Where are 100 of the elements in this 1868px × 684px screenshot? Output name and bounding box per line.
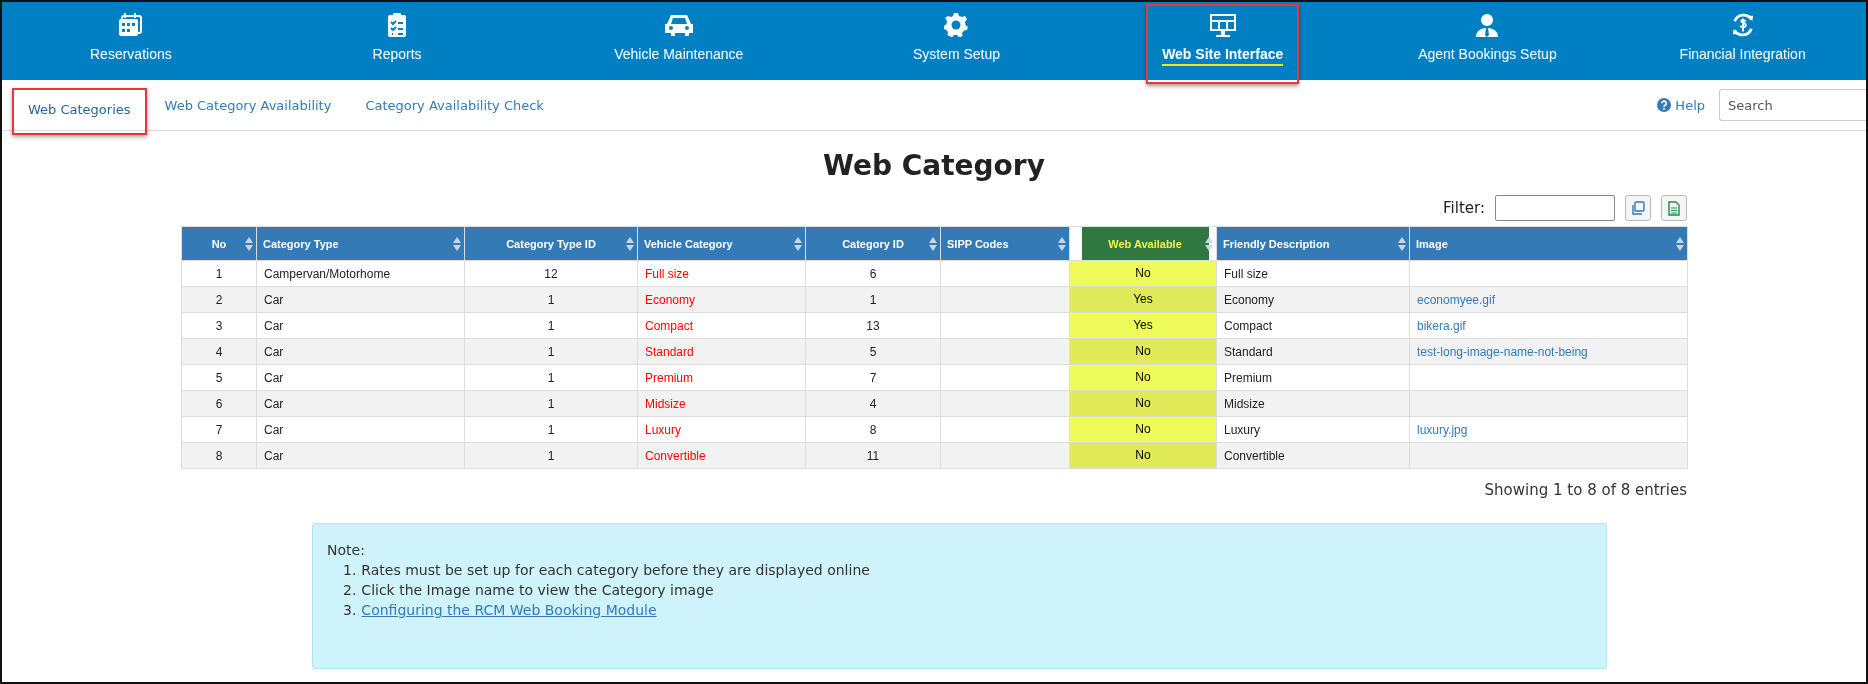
- column-header[interactable]: Category ID: [805, 226, 941, 261]
- image-link[interactable]: test-long-image-name-not-being: [1417, 344, 1588, 359]
- table-cell: 1: [464, 364, 638, 391]
- table-cell: No: [1070, 417, 1216, 442]
- sort-icon: [453, 236, 461, 252]
- table-cell: 1: [464, 286, 638, 313]
- table-cell: 1: [464, 416, 638, 443]
- monitor-icon: [1208, 13, 1237, 37]
- table-cell: Economy: [637, 286, 806, 313]
- nav-item[interactable]: Agent Bookings Setup: [1402, 2, 1573, 80]
- list-number: 2.: [343, 581, 357, 600]
- page-title: Web Category: [823, 149, 1045, 182]
- table-cell: Luxury: [637, 416, 806, 443]
- search-field[interactable]: Search: [1719, 89, 1866, 121]
- table-cell: 1: [464, 390, 638, 417]
- checklist-icon: [387, 13, 408, 37]
- table-cell: Car: [256, 364, 465, 391]
- table-cell: Luxury: [1216, 416, 1410, 443]
- help-link[interactable]: Configuring the RCM Web Booking Module: [361, 600, 657, 620]
- sort-icon: [245, 236, 253, 252]
- table-cell: No: [1070, 443, 1216, 468]
- table-cell: Premium: [637, 364, 806, 391]
- help-icon: [1657, 98, 1672, 112]
- copy-button[interactable]: [1625, 195, 1651, 221]
- table-cell: 1: [464, 312, 638, 339]
- table-cell: No: [1070, 261, 1216, 286]
- table-cell: 8: [181, 442, 257, 469]
- nav-item[interactable]: Web Site Interface: [1146, 4, 1300, 84]
- table-cell: 2: [181, 286, 257, 313]
- table-cell: Yes: [1070, 287, 1216, 312]
- table-cell: 7: [181, 416, 257, 443]
- sort-icon: [794, 236, 802, 252]
- gear-icon: [944, 13, 969, 37]
- note-text: Click the Image name to view the Category image: [361, 581, 714, 600]
- person-icon: [1475, 13, 1500, 37]
- column-header[interactable]: Image: [1409, 226, 1688, 261]
- table-cell: Yes: [1070, 313, 1216, 338]
- table-cell: 7: [805, 364, 941, 391]
- table-cell: 4: [805, 390, 941, 417]
- table-cell: 1: [464, 442, 638, 469]
- column-header[interactable]: Web Available: [1069, 226, 1217, 261]
- table-cell: 12: [464, 260, 638, 287]
- table-cell: 1: [181, 260, 257, 287]
- table-cell: Full size: [1216, 260, 1410, 287]
- image-link[interactable]: economyee.gif: [1417, 292, 1496, 307]
- table-cell: No: [1070, 391, 1216, 416]
- sort-icon: [1398, 236, 1406, 252]
- table-cell: Full size: [637, 260, 806, 287]
- copy-icon: [1631, 201, 1645, 215]
- table-cell: 3: [181, 312, 257, 339]
- calendar-icon: [117, 13, 144, 37]
- table-cell: No: [1070, 339, 1216, 364]
- table-cell: 5: [181, 364, 257, 391]
- table-cell: Convertible: [637, 442, 806, 469]
- table-cell: 1: [805, 286, 941, 313]
- table-cell: Car: [256, 312, 465, 339]
- column-header[interactable]: Vehicle Category: [637, 226, 806, 261]
- nav-item[interactable]: Financial Integration: [1663, 2, 1822, 80]
- export-button[interactable]: [1661, 195, 1687, 221]
- table-cell: Standard: [1216, 338, 1410, 365]
- list-number: 1.: [343, 561, 357, 580]
- nav-item[interactable]: Reservations: [74, 2, 188, 80]
- help-link[interactable]: Help: [1657, 97, 1705, 113]
- spreadsheet-icon: [1668, 200, 1680, 216]
- tab[interactable]: Web Categories: [12, 87, 147, 135]
- table-cell: Car: [256, 338, 465, 365]
- car-icon: [663, 13, 694, 37]
- table-cell: Compact: [637, 312, 806, 339]
- table-cell: 11: [805, 442, 941, 469]
- table-cell: 5: [805, 338, 941, 365]
- table-cell: Car: [256, 416, 465, 443]
- nav-item[interactable]: Vehicle Maintenance: [598, 2, 760, 80]
- tab[interactable]: Web Category Availability: [148, 83, 348, 127]
- sort-icon: [1676, 236, 1684, 252]
- image-link[interactable]: luxury.jpg: [1417, 422, 1468, 437]
- table-cell: Compact: [1216, 312, 1410, 339]
- column-header[interactable]: No: [181, 226, 257, 261]
- filter-field[interactable]: [1495, 195, 1615, 221]
- tab[interactable]: Category Availability Check: [349, 83, 560, 127]
- column-header[interactable]: Friendly Description: [1216, 226, 1410, 261]
- table-cell: 4: [181, 338, 257, 365]
- column-header[interactable]: Category Type ID: [464, 226, 638, 261]
- sort-icon: [1058, 236, 1066, 252]
- image-link[interactable]: bikera.gif: [1417, 318, 1466, 333]
- column-header[interactable]: Category Type: [256, 226, 465, 261]
- note-text: Rates must be set up for each category before they are displayed online: [361, 561, 870, 580]
- table-cell: 6: [181, 390, 257, 417]
- table-cell: 1: [464, 338, 638, 365]
- table-cell: 6: [805, 260, 941, 287]
- table-cell: Premium: [1216, 364, 1410, 391]
- table-cell: Car: [256, 442, 465, 469]
- note-heading: Note:: [327, 541, 366, 560]
- table-cell: Convertible: [1216, 442, 1410, 469]
- nav-item[interactable]: System Setup: [896, 2, 1017, 80]
- table-cell: Car: [256, 286, 465, 313]
- column-header[interactable]: SIPP Codes: [940, 226, 1070, 261]
- nav-item[interactable]: Reports: [356, 2, 438, 80]
- table-cell: Standard: [637, 338, 806, 365]
- table-cell: Economy: [1216, 286, 1410, 313]
- table-cell: Campervan/Motorhome: [256, 260, 465, 287]
